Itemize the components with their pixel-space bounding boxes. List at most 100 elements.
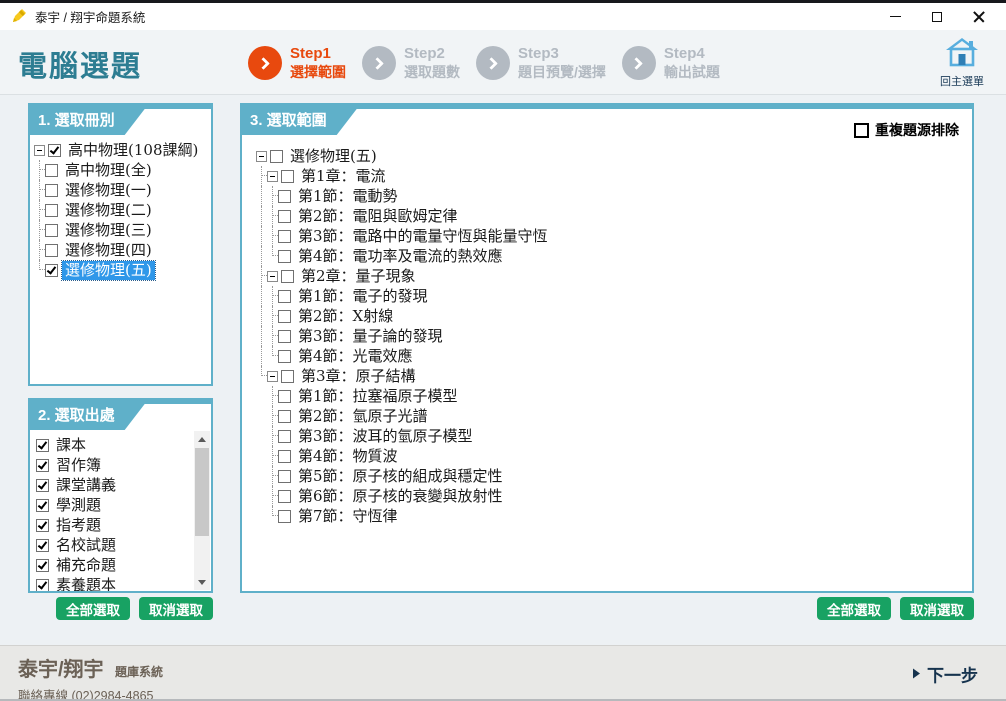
scope-select-all-button[interactable]: 全部選取 [817, 597, 891, 620]
close-icon[interactable] [958, 4, 1000, 30]
step-3[interactable]: Step3題目預覽/選擇 [476, 45, 606, 81]
checkbox[interactable] [270, 150, 283, 163]
checkbox[interactable] [45, 244, 58, 257]
step-text: Step2選取題數 [404, 45, 460, 81]
scroll-down-icon[interactable] [194, 574, 210, 590]
checkbox[interactable] [36, 579, 49, 592]
sources-select-all-button[interactable]: 全部選取 [56, 597, 130, 620]
tree-item-label[interactable]: 第3節：量子論的發現 [295, 327, 446, 346]
tree-item-label[interactable]: 選修物理(五) [62, 261, 155, 280]
tree-item-label[interactable]: 第1節：拉塞福原子模型 [295, 387, 461, 406]
tree-item-label[interactable]: 選修物理(二) [62, 201, 155, 220]
checkbox[interactable] [278, 210, 291, 223]
collapse-toggle-icon[interactable] [267, 171, 278, 182]
source-label[interactable]: 素養題本 [53, 576, 119, 592]
checkbox[interactable] [36, 439, 49, 452]
tree-item-label[interactable]: 選修物理(三) [62, 221, 155, 240]
tree-item-label[interactable]: 第2章：量子現象 [298, 267, 419, 286]
tree-item-label[interactable]: 第1節：電子的發現 [295, 287, 431, 306]
tree-item-label[interactable]: 第7節：守恆律 [295, 507, 401, 526]
checkbox[interactable] [45, 164, 58, 177]
source-label[interactable]: 指考題 [53, 516, 104, 535]
checkbox[interactable] [278, 390, 291, 403]
tree-item-label[interactable]: 第5節：原子核的組成與穩定性 [295, 467, 506, 486]
minimize-icon[interactable] [874, 4, 916, 30]
checkbox[interactable] [36, 559, 49, 572]
sources-deselect-button[interactable]: 取消選取 [139, 597, 213, 620]
collapse-toggle-icon[interactable] [267, 271, 278, 282]
tree-item-label[interactable]: 第2節：X射線 [295, 307, 396, 326]
source-label[interactable]: 習作簿 [53, 456, 104, 475]
step-1[interactable]: Step1選擇範圍 [248, 45, 346, 81]
tree-item-label[interactable]: 第6節：原子核的衰變與放射性 [295, 487, 506, 506]
tree-item-label[interactable]: 選修物理(一) [62, 181, 155, 200]
source-label[interactable]: 學測題 [53, 496, 104, 515]
checkbox[interactable] [278, 430, 291, 443]
tree-guide [256, 446, 267, 466]
tree-item-label[interactable]: 第1節：電動勢 [295, 187, 401, 206]
tree-item-label[interactable]: 第2節：氫原子光譜 [295, 407, 431, 426]
scope-tree: 選修物理(五)第1章：電流第1節：電動勢第2節：電阻與歐姆定律第3節：電路中的電… [242, 135, 972, 526]
step-name: Step4 [664, 45, 720, 64]
checkbox[interactable] [278, 310, 291, 323]
checkbox[interactable] [36, 479, 49, 492]
checkbox[interactable] [45, 204, 58, 217]
checkbox[interactable] [278, 330, 291, 343]
checkbox[interactable] [45, 264, 58, 277]
checkbox[interactable] [278, 350, 291, 363]
tree-item-label[interactable]: 第3章：原子結構 [298, 367, 419, 386]
dedupe-checkbox[interactable] [854, 123, 869, 138]
checkbox[interactable] [36, 519, 49, 532]
checkbox[interactable] [278, 450, 291, 463]
tree-item-label[interactable]: 高中物理(108課綱) [65, 141, 201, 160]
tree-item-label[interactable]: 第4節：光電效應 [295, 347, 416, 366]
checkbox[interactable] [45, 184, 58, 197]
maximize-icon[interactable] [916, 4, 958, 30]
checkbox[interactable] [36, 499, 49, 512]
checkbox[interactable] [36, 459, 49, 472]
home-button[interactable]: 回主選單 [931, 37, 993, 89]
tree-item-label[interactable]: 第1章：電流 [298, 167, 389, 186]
checkbox[interactable] [281, 170, 294, 183]
source-label[interactable]: 課堂講義 [53, 476, 119, 495]
tree-item-label[interactable]: 第4節：電功率及電流的熱效應 [295, 247, 506, 266]
source-label[interactable]: 補充命題 [53, 556, 119, 575]
footer-brand: 泰宇/翔宇 題庫系統 聯絡專線 (02)2984-4865 [18, 653, 163, 701]
checkbox[interactable] [278, 410, 291, 423]
collapse-toggle-icon[interactable] [267, 371, 278, 382]
tree-item-label[interactable]: 第3節：波耳的氫原子模型 [295, 427, 476, 446]
tree-item-label[interactable]: 第3節：電路中的電量守恆與能量守恆 [295, 227, 551, 246]
step-2[interactable]: Step2選取題數 [362, 45, 460, 81]
checkbox[interactable] [281, 270, 294, 283]
step-4[interactable]: Step4輸出試題 [622, 45, 720, 81]
checkbox[interactable] [278, 510, 291, 523]
tree-item-label[interactable]: 選修物理(五) [287, 147, 380, 166]
checkbox[interactable] [48, 144, 61, 157]
checkbox[interactable] [45, 224, 58, 237]
check-mark-icon [38, 579, 47, 589]
source-label[interactable]: 課本 [53, 436, 89, 455]
checkbox[interactable] [278, 230, 291, 243]
checkbox[interactable] [278, 250, 291, 263]
checkbox[interactable] [278, 490, 291, 503]
tree-item-label[interactable]: 高中物理(全) [62, 161, 155, 180]
collapse-toggle-icon[interactable] [256, 151, 267, 162]
checkbox[interactable] [281, 370, 294, 383]
tree-guide [256, 486, 267, 506]
checkbox[interactable] [278, 470, 291, 483]
source-item: 課本 [36, 435, 189, 455]
source-label[interactable]: 名校試題 [53, 536, 119, 555]
scrollbar[interactable] [194, 431, 210, 590]
checkbox[interactable] [278, 190, 291, 203]
scroll-up-icon[interactable] [194, 431, 210, 447]
tree-item-label[interactable]: 第2節：電阻與歐姆定律 [295, 207, 461, 226]
chevron-circle-icon [362, 46, 396, 80]
checkbox[interactable] [36, 539, 49, 552]
tree-item-label[interactable]: 第4節：物質波 [295, 447, 401, 466]
collapse-toggle-icon[interactable] [34, 145, 45, 156]
next-step-button[interactable]: 下一步 [913, 661, 978, 686]
scope-deselect-button[interactable]: 取消選取 [900, 597, 974, 620]
scrollbar-thumb[interactable] [195, 448, 209, 536]
checkbox[interactable] [278, 290, 291, 303]
tree-item-label[interactable]: 選修物理(四) [62, 241, 155, 260]
